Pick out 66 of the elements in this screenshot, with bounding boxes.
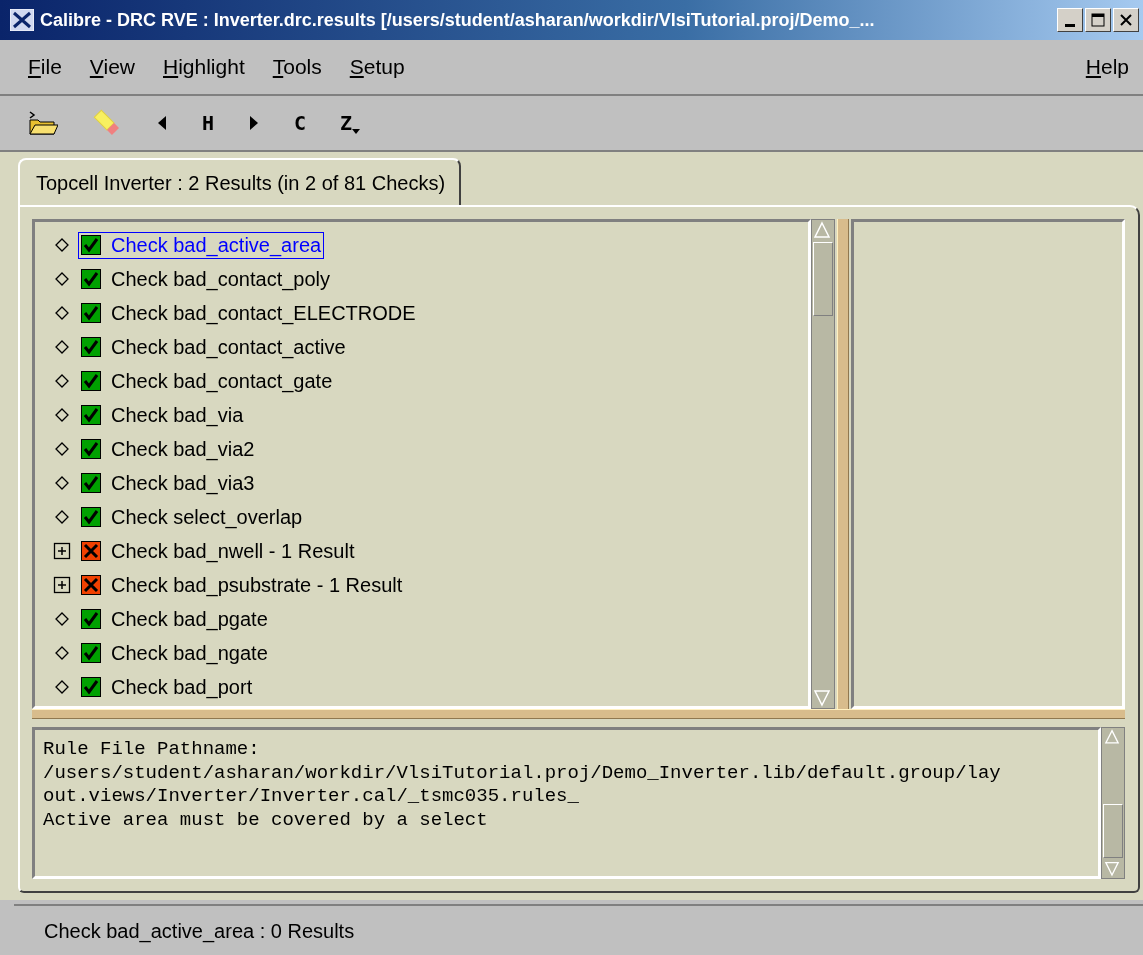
toolbar-button[interactable]: Z [340, 111, 361, 135]
menu-item[interactable]: Setup [349, 55, 405, 79]
tree-item[interactable]: Check bad_psubstrate - 1 Result [78, 571, 406, 599]
minimize-icon [1065, 23, 1075, 27]
menu-item[interactable]: Highlight [163, 55, 245, 79]
tree-item[interactable]: Check bad_contact_ELECTRODE [78, 299, 419, 327]
left-triangle-icon [156, 115, 168, 131]
diamond-icon [53, 610, 71, 628]
tree-item[interactable]: Check bad_via2 [78, 435, 258, 463]
scroll-bar[interactable] [1101, 727, 1125, 879]
highlighter-icon [92, 108, 122, 138]
tree-item[interactable]: Check bad_contact_gate [78, 367, 336, 395]
diamond-icon [53, 338, 71, 356]
tab[interactable]: Topcell Inverter : 2 Results (in 2 of 81 Checks) [18, 158, 462, 205]
minimize-button[interactable] [1057, 8, 1083, 32]
tree-item[interactable]: Check bad_contact_active [78, 333, 349, 361]
tree-item[interactable]: Check bad_nwell - 1 Result [78, 537, 358, 565]
previous-button[interactable] [156, 115, 168, 131]
tree-item[interactable]: Check select_overlap [78, 503, 306, 531]
diamond-icon [53, 270, 71, 288]
scroll-thumb[interactable] [813, 242, 833, 316]
text-line: /users/student/asharan/workdir/VlsiTutorial.proj/Demo_Inverter.lib/default.group/lay [43, 761, 1002, 785]
text-line: Rule File Pathname: [43, 738, 261, 762]
diamond-icon [53, 644, 71, 662]
text-line: out.views/Inverter/Inverter.cal/_tsmc035.rules_ [43, 785, 580, 809]
toolbar-button[interactable]: C [294, 111, 307, 135]
expand-icon[interactable] [53, 576, 71, 594]
splitter[interactable] [837, 219, 849, 709]
window-title: Calibre - DRC RVE : Inverter.drc.results [/users/student/asharan/workdir/VlsiTutorial.proj/Demo_... [40, 9, 876, 31]
folder-icon [28, 110, 58, 136]
diamond-icon [53, 406, 71, 424]
toolbar-button[interactable]: H [202, 111, 215, 135]
tree-item[interactable]: Check bad_port [78, 673, 256, 701]
tree-item[interactable]: Check bad_via3 [78, 469, 258, 497]
menu-item[interactable]: Tools [272, 55, 322, 79]
diamond-icon [53, 304, 71, 322]
diamond-icon [53, 508, 71, 526]
down-arrow-icon[interactable] [812, 688, 832, 708]
tree-item[interactable]: Check bad_contact_poly [78, 265, 334, 293]
maximize-icon [1091, 13, 1105, 27]
up-arrow-icon[interactable] [812, 220, 832, 240]
highlight-button[interactable] [92, 108, 122, 138]
down-arrow-icon[interactable] [1102, 860, 1122, 878]
menu-item[interactable]: View [89, 55, 135, 79]
diamond-icon [53, 474, 71, 492]
diamond-icon [53, 678, 71, 696]
expand-icon[interactable] [53, 542, 71, 560]
diamond-icon [53, 440, 71, 458]
tree-item[interactable]: Check bad_active_area [78, 231, 325, 259]
open-button[interactable] [28, 110, 58, 136]
tree-item[interactable]: Check bad_pgate [78, 605, 271, 633]
tree-item[interactable]: Check bad_ngate [78, 639, 271, 667]
menu-item[interactable]: Help [1085, 55, 1129, 79]
tree-item[interactable]: Check bad_via [78, 401, 247, 429]
scroll-thumb[interactable] [1103, 803, 1123, 859]
diamond-icon [53, 236, 71, 254]
up-arrow-icon[interactable] [1102, 728, 1122, 746]
scroll-bar[interactable] [811, 219, 835, 709]
status-bar: Check bad_active_area : 0 Results [14, 904, 1143, 955]
maximize-button[interactable] [1085, 8, 1111, 32]
text-line: Active area must be covered by a select [43, 808, 489, 832]
diamond-icon [53, 372, 71, 390]
close-icon [1120, 14, 1132, 26]
close-button[interactable] [1113, 8, 1139, 32]
app-icon [10, 9, 34, 31]
menu-item[interactable]: File [28, 55, 62, 79]
